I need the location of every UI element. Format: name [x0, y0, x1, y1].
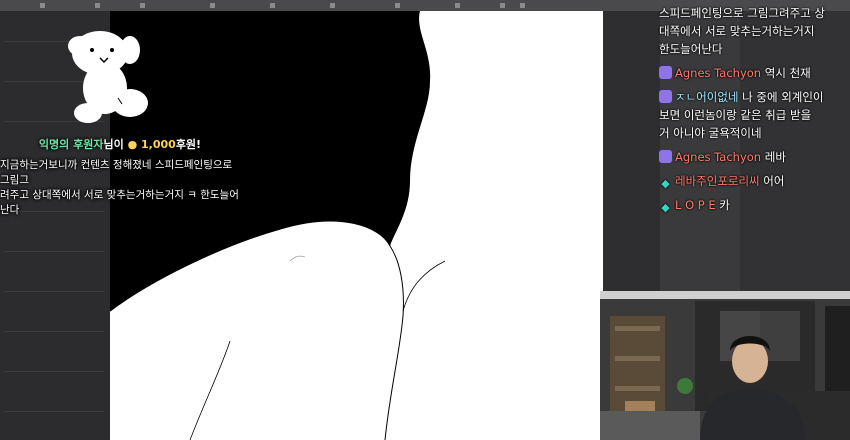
donation-header: 익명의 후원자님이 ● 1,000후원!: [38, 138, 202, 151]
donor-name: 익명의 후원자: [38, 138, 104, 151]
webcam-overlay: [600, 291, 850, 440]
chat-message: ◆ L O P E 카: [657, 196, 827, 214]
gem-badge-icon: ◆: [661, 201, 670, 214]
toolbar-icon[interactable]: [455, 3, 460, 8]
chat-message: ◆ 레바주인포로리씨 어어: [657, 172, 827, 190]
toolbar-icon[interactable]: [520, 3, 525, 8]
toolbar-icon[interactable]: [95, 3, 100, 8]
toolbar-icon[interactable]: [40, 3, 45, 8]
layer-strip: [603, 11, 660, 291]
donation-amount: 1,000: [141, 138, 176, 151]
coin-icon: ●: [127, 138, 138, 151]
chat-text: 카: [719, 198, 730, 212]
chat-username[interactable]: 레바주인포로리씨: [675, 174, 760, 188]
figure-drawing: [110, 11, 603, 440]
toolbar-icon[interactable]: [330, 3, 335, 8]
chat-text: 어어: [763, 174, 785, 188]
chat-text: 레바: [764, 150, 786, 164]
toolbar-icon[interactable]: [500, 3, 505, 8]
drawing-canvas[interactable]: [110, 11, 603, 440]
chat-message: Agnes Tachyon 역시 천재: [657, 64, 827, 82]
heart-badge-icon: [659, 66, 672, 79]
chat-message: ㅈㄴ어이없네 나 중에 외계인이 보면 이런놈이랑 같은 취급 받을 거 아니야…: [657, 88, 827, 142]
chat-username[interactable]: Agnes Tachyon: [675, 66, 761, 80]
chat-username[interactable]: L O P E: [675, 198, 716, 212]
chat-overlay: 스피드페인팅으로 그림그려주고 상 대쪽에서 서로 맞추는거하는거지 한도늘어난…: [657, 0, 827, 292]
webcam-feed: [600, 291, 850, 440]
gem-badge-icon: ◆: [661, 177, 670, 190]
chat-username[interactable]: ㅈㄴ어이없네: [675, 90, 738, 104]
donation-message: 지금하는거보니까 컨텐츠 정해졌네 스피드페인팅으로 그림그 려주고 상대쪽에서…: [0, 159, 239, 216]
toolbar-icon[interactable]: [270, 3, 275, 8]
chat-username[interactable]: Agnes Tachyon: [675, 150, 761, 164]
toolbar-icon[interactable]: [140, 3, 145, 8]
donation-alert: 익명의 후원자님이 ● 1,000후원! 지금하는거보니까 컨텐츠 정해졌네 스…: [0, 136, 240, 218]
chat-partial-message: 스피드페인팅으로 그림그려주고 상 대쪽에서 서로 맞추는거하는거지 한도늘어난…: [659, 6, 826, 56]
chat-message: Agnes Tachyon 레바: [657, 148, 827, 166]
toolbar-icon[interactable]: [210, 3, 215, 8]
heart-badge-icon: [659, 90, 672, 103]
mascot-sticker: [68, 31, 148, 123]
toolbar-icon[interactable]: [395, 3, 400, 8]
heart-badge-icon: [659, 150, 672, 163]
chat-text: 역시 천재: [764, 66, 811, 80]
